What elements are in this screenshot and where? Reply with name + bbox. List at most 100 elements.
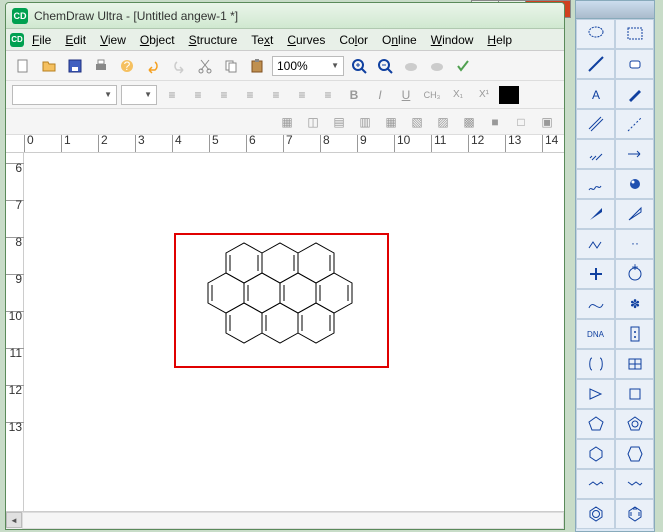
tool-b[interactable]: ◫	[302, 111, 324, 133]
tool-f[interactable]: ▧	[406, 111, 428, 133]
eraser-tool[interactable]	[615, 49, 654, 79]
chemical-symbol-tool[interactable]: +	[615, 259, 654, 289]
cut-button[interactable]	[194, 55, 216, 77]
curve-tool[interactable]	[576, 289, 615, 319]
dashed-bond-tool[interactable]	[615, 109, 654, 139]
asterisk-tool[interactable]: ✽	[615, 289, 654, 319]
tool-g[interactable]: ▨	[432, 111, 454, 133]
tool-d[interactable]: ▥	[354, 111, 376, 133]
zoom-in-button[interactable]	[348, 55, 370, 77]
save-button[interactable]	[64, 55, 86, 77]
arrow-tool[interactable]	[615, 139, 654, 169]
align-right-button[interactable]: ≡	[213, 84, 235, 106]
menu-structure[interactable]: Structure	[183, 31, 244, 49]
pen-tool[interactable]	[615, 79, 654, 109]
tool-i[interactable]: ■	[484, 111, 506, 133]
menu-file[interactable]: File	[26, 31, 57, 49]
chair2-tool[interactable]	[615, 469, 654, 499]
hexagon-tool[interactable]	[576, 439, 615, 469]
wavy-bond-tool[interactable]	[576, 169, 615, 199]
open-button[interactable]	[38, 55, 60, 77]
selection-rect[interactable]	[174, 233, 389, 368]
menu-help[interactable]: Help	[481, 31, 518, 49]
tool-h[interactable]: ▩	[458, 111, 480, 133]
help-button[interactable]: ?	[116, 55, 138, 77]
menu-object[interactable]: Object	[134, 31, 181, 49]
chair-tool[interactable]	[576, 469, 615, 499]
marquee-tool[interactable]	[615, 19, 654, 49]
tlc-tool[interactable]	[615, 319, 654, 349]
menu-text[interactable]: Text	[245, 31, 279, 49]
lasso-tool[interactable]	[576, 19, 615, 49]
scroll-track[interactable]	[22, 512, 564, 529]
svg-text:+: +	[631, 264, 638, 274]
new-button[interactable]	[12, 55, 34, 77]
bold-button[interactable]: B	[343, 84, 365, 106]
pentagon-tool[interactable]	[576, 409, 615, 439]
menu-view[interactable]: View	[94, 31, 132, 49]
align-center-button[interactable]: ≡	[187, 84, 209, 106]
hollow-wedge-tool[interactable]	[615, 199, 654, 229]
tool-e[interactable]: ▦	[380, 111, 402, 133]
bond-tool[interactable]	[576, 49, 615, 79]
print-button[interactable]	[90, 55, 112, 77]
ruler-tick: 9	[357, 135, 367, 153]
align-justify-button[interactable]: ≡	[239, 84, 261, 106]
copy-button[interactable]	[220, 55, 242, 77]
tool-j[interactable]: □	[510, 111, 532, 133]
tool-palette[interactable]: A ·· + ✽ DNA	[575, 0, 655, 532]
wedge-tool[interactable]	[576, 199, 615, 229]
palette-titlebar[interactable]	[576, 1, 654, 19]
subscript-button[interactable]: X₁	[447, 84, 469, 106]
zoom-out-button[interactable]	[374, 55, 396, 77]
square-tool[interactable]	[615, 379, 654, 409]
size-select[interactable]: ▼	[121, 85, 157, 105]
paste-button[interactable]	[246, 55, 268, 77]
undo-button[interactable]	[142, 55, 164, 77]
acyclic-tool[interactable]	[576, 229, 615, 259]
tool-c[interactable]: ▤	[328, 111, 350, 133]
redo-button[interactable]	[168, 55, 190, 77]
secondary-toolbar: ▦ ◫ ▤ ▥ ▦ ▧ ▨ ▩ ■ □ ▣	[6, 109, 564, 135]
cloud2-button[interactable]	[426, 55, 448, 77]
electron-tool[interactable]: ··	[615, 229, 654, 259]
zoom-select[interactable]: 100%▼	[272, 56, 344, 76]
italic-button[interactable]: I	[369, 84, 391, 106]
dna-tool[interactable]: DNA	[576, 319, 615, 349]
menu-online[interactable]: Online	[376, 31, 423, 49]
triangle-tool[interactable]	[576, 379, 615, 409]
color-swatch[interactable]	[499, 86, 519, 104]
ruler-tick: 4	[172, 135, 182, 153]
superscript-button[interactable]: X¹	[473, 84, 495, 106]
align-top-button[interactable]: ≡	[265, 84, 287, 106]
plus-tool[interactable]	[576, 259, 615, 289]
titlebar: CD ChemDraw Ultra - [Untitled angew-1 *]	[6, 3, 564, 29]
cyclopentadiene-tool[interactable]	[615, 409, 654, 439]
align-left-button[interactable]: ≡	[161, 84, 183, 106]
formula-button[interactable]: CH₃	[421, 84, 443, 106]
tool-a[interactable]: ▦	[276, 111, 298, 133]
table-tool[interactable]	[615, 349, 654, 379]
menu-color[interactable]: Color	[333, 31, 374, 49]
check-button[interactable]	[452, 55, 474, 77]
benzene-alt-tool[interactable]	[615, 499, 654, 529]
menu-window[interactable]: Window	[425, 31, 480, 49]
tool-k[interactable]: ▣	[536, 111, 558, 133]
align-bottom-button[interactable]: ≡	[317, 84, 339, 106]
canvas[interactable]	[24, 153, 564, 511]
bracket-tool[interactable]	[576, 349, 615, 379]
orbital-tool[interactable]	[615, 169, 654, 199]
font-select[interactable]: ▼	[12, 85, 117, 105]
menu-edit[interactable]: Edit	[59, 31, 92, 49]
hexagon-vert-tool[interactable]	[615, 439, 654, 469]
text-tool[interactable]: A	[576, 79, 615, 109]
scroll-left-button[interactable]: ◄	[6, 512, 22, 528]
menu-curves[interactable]: Curves	[281, 31, 331, 49]
ruler-tick: 11	[6, 348, 24, 358]
hash-bond-tool[interactable]	[576, 139, 615, 169]
cloud1-button[interactable]	[400, 55, 422, 77]
underline-button[interactable]: U	[395, 84, 417, 106]
benzene-tool[interactable]	[576, 499, 615, 529]
multi-bond-tool[interactable]	[576, 109, 615, 139]
align-middle-button[interactable]: ≡	[291, 84, 313, 106]
